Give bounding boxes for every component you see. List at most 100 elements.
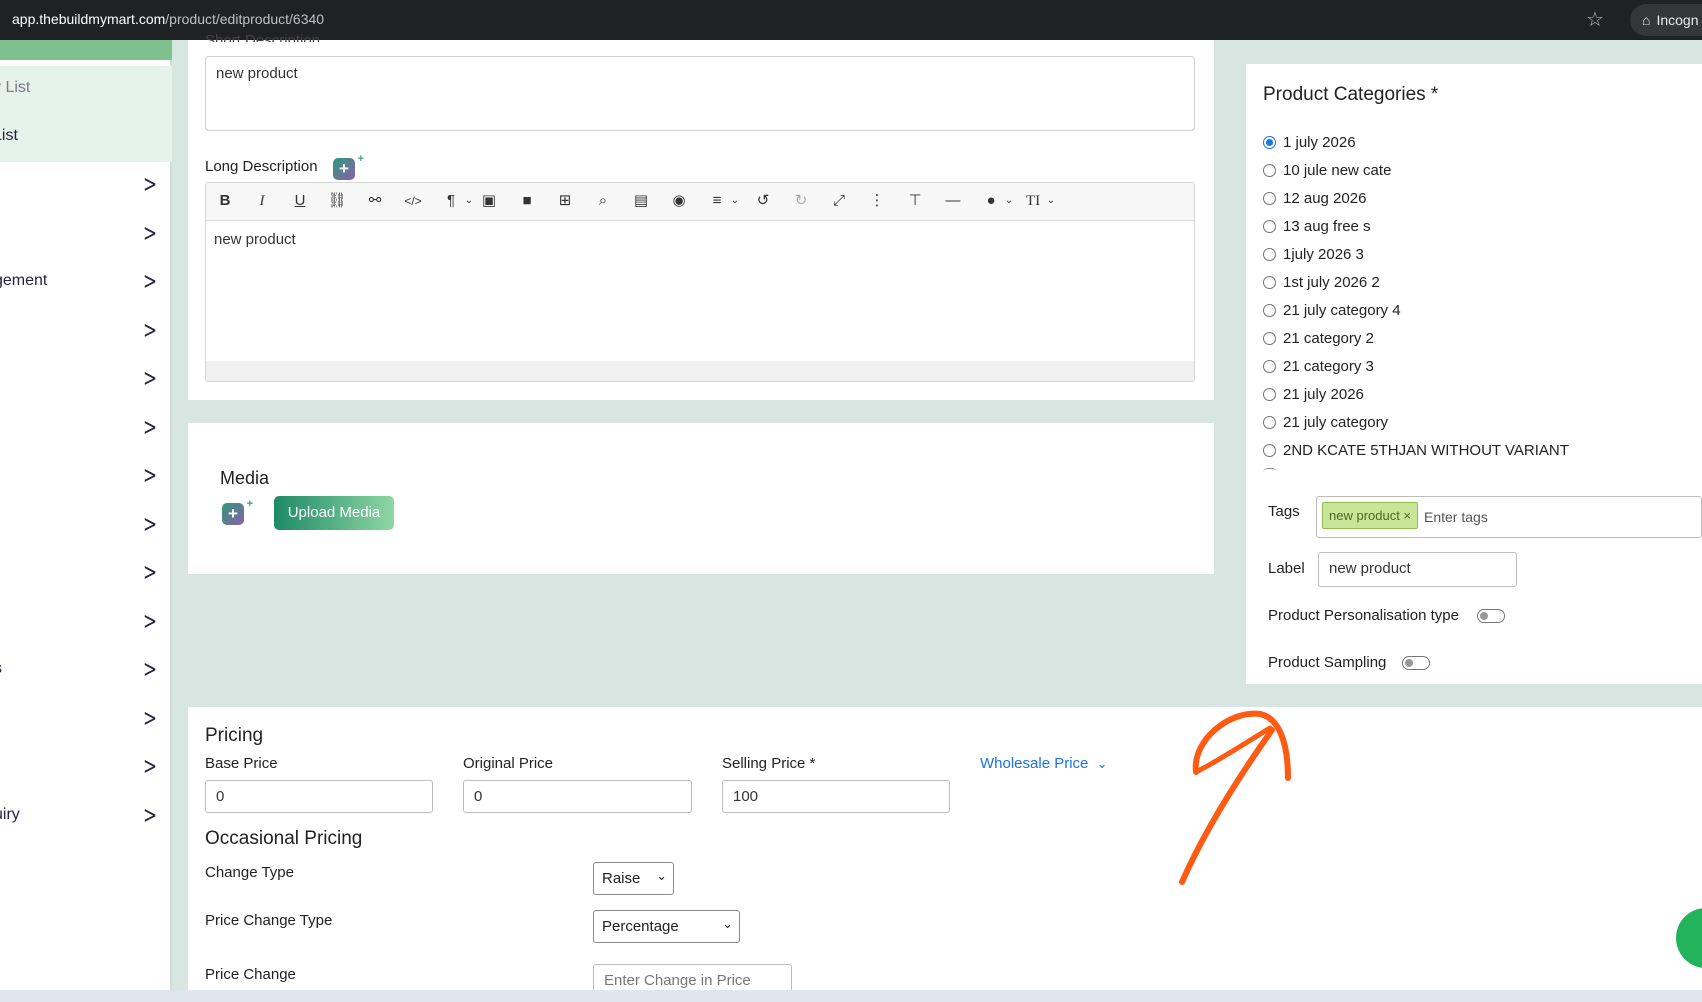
sidebar-item-9[interactable]: > (0, 552, 172, 592)
sidebar-item-11[interactable]: s> (0, 649, 172, 689)
format-painter-icon[interactable]: ⊤ (904, 191, 926, 211)
category-option-label: 2ND KCATE 5THJAN WITHOUT VARIANT (1283, 442, 1569, 459)
sidebar: y List List > > gement> > > > > > > > s>… (0, 40, 172, 990)
url-path: /product/editproduct/6340 (165, 11, 325, 27)
video-icon[interactable]: ■ (516, 191, 538, 211)
incognito-label: Incogn (1656, 12, 1699, 28)
editor-toolbar: B I U ⛓ ⚯ </> ¶ ⌄ ▣ ■ ⊞ ⌕ ▤ ◉ ≡ ⌄ ↺ ↻ ⤢ … (206, 183, 1194, 221)
ai-sparkle-icon[interactable]: + (222, 493, 253, 525)
chevron-down-icon[interactable]: ⌄ (458, 191, 480, 211)
wholesale-price-label: Wholesale Price (980, 755, 1089, 772)
sidebar-subitem-1[interactable]: y List (0, 66, 172, 114)
underline-icon[interactable]: U (289, 191, 311, 211)
tag-chip[interactable]: new product × (1322, 502, 1419, 529)
sidebar-item-13[interactable]: > (0, 746, 172, 786)
original-price-input[interactable]: 0 (463, 780, 692, 813)
chevron-down-icon[interactable]: ⌄ (1040, 191, 1062, 211)
chevron-right-icon: > (143, 267, 158, 295)
radio[interactable] (1263, 304, 1276, 317)
chevron-down-icon[interactable]: ⌄ (724, 191, 746, 211)
tags-placeholder: Enter tags (1424, 509, 1488, 525)
url-domain: app.thebuildmymart.com (12, 11, 166, 27)
price-change-label: Price Change (205, 966, 296, 983)
chevron-right-icon: > (143, 219, 158, 247)
incognito-indicator[interactable]: ⌂ Incogn (1630, 4, 1702, 36)
radio[interactable] (1263, 360, 1276, 373)
sidebar-item-1[interactable]: > (0, 164, 172, 204)
chevron-right-icon: > (143, 413, 158, 441)
undo-icon[interactable]: ↺ (752, 191, 774, 211)
code-icon[interactable]: </> (402, 191, 424, 211)
sidebar-item-10[interactable]: > (0, 601, 172, 641)
sidebar-item-enquiry[interactable]: uiry > (0, 795, 172, 835)
change-type-select[interactable]: Raise ⌄ (593, 862, 674, 895)
chevron-down-icon: ⌄ (656, 868, 667, 883)
file-icon[interactable]: ▤ (630, 191, 652, 211)
sampling-label: Product Sampling (1268, 654, 1387, 671)
sidebar-item-6[interactable]: > (0, 407, 172, 447)
radio[interactable] (1263, 332, 1276, 345)
sidebar-item-management[interactable]: gement > (0, 261, 172, 301)
base-price-input[interactable]: 0 (205, 780, 433, 813)
italic-icon[interactable]: I (251, 191, 273, 211)
sidebar-subitem-2[interactable]: List (0, 114, 172, 162)
sidebar-item-4[interactable]: > (0, 310, 172, 350)
description-card: Short Description new product Long Descr… (188, 32, 1214, 400)
radio-checked[interactable] (1263, 136, 1276, 149)
address-bar[interactable]: app.thebuildmymart.com/product/editprodu… (12, 11, 324, 27)
sidebar-item-2[interactable]: > (0, 213, 172, 253)
radio[interactable] (1263, 444, 1276, 457)
short-description-field[interactable]: new product (205, 56, 1195, 131)
chevron-right-icon: > (143, 364, 158, 392)
ai-sparkle-icon[interactable]: + (333, 148, 364, 180)
short-description-label: Short Description (205, 32, 321, 42)
sampling-toggle[interactable] (1402, 656, 1430, 670)
chevron-right-icon: > (143, 655, 158, 683)
wholesale-price-toggle[interactable]: Wholesale Price ⌄ (980, 755, 1107, 772)
bold-icon[interactable]: B (214, 191, 236, 211)
category-option-label: 1 july 2026 (1283, 134, 1356, 151)
price-change-type-select[interactable]: Percentage ⌄ (593, 910, 740, 943)
preview-icon[interactable]: ◉ (668, 191, 690, 211)
fullscreen-icon[interactable]: ⤢ (828, 191, 850, 211)
category-option-label: 21 july category (1283, 414, 1389, 431)
upload-media-button[interactable]: Upload Media (274, 496, 394, 530)
redo-icon[interactable]: ↻ (790, 191, 812, 211)
tags-field[interactable]: new product × Enter tags (1316, 496, 1702, 538)
sidebar-item-label: s (0, 660, 2, 678)
radio[interactable] (1263, 220, 1276, 233)
long-description-editor[interactable]: B I U ⛓ ⚯ </> ¶ ⌄ ▣ ■ ⊞ ⌕ ▤ ◉ ≡ ⌄ ↺ ↻ ⤢ … (205, 182, 1195, 382)
search-icon[interactable]: ⌕ (592, 191, 614, 211)
change-type-value: Raise (602, 870, 641, 887)
pricing-title: Pricing (205, 725, 264, 746)
sidebar-item-8[interactable]: > (0, 504, 172, 544)
sidebar-item-12[interactable]: > (0, 698, 172, 738)
radio[interactable] (1263, 164, 1276, 177)
radio[interactable] (1263, 276, 1276, 289)
chevron-right-icon: > (143, 558, 158, 586)
bookmark-star-icon[interactable]: ☆ (1586, 8, 1604, 32)
editor-statusbar (206, 361, 1194, 381)
radio[interactable] (1263, 192, 1276, 205)
chevron-down-icon: ⌄ (722, 916, 733, 931)
chevron-down-icon[interactable]: ⌄ (998, 191, 1020, 211)
image-icon[interactable]: ▣ (478, 191, 500, 211)
chevron-down-icon: ⌄ (1096, 756, 1108, 771)
chevron-right-icon: > (143, 461, 158, 489)
sidebar-item-5[interactable]: > (0, 358, 172, 398)
unlink-icon[interactable]: ⚯ (364, 191, 386, 211)
link-icon[interactable]: ⛓ (326, 191, 348, 211)
radio[interactable] (1263, 388, 1276, 401)
label-input[interactable]: new product (1318, 552, 1517, 587)
selling-price-input[interactable]: 100 (722, 780, 950, 813)
table-icon[interactable]: ⊞ (554, 191, 576, 211)
long-description-content: new product (214, 231, 296, 248)
hr-icon[interactable]: — (942, 191, 964, 211)
radio[interactable] (1263, 248, 1276, 261)
radio[interactable] (1263, 416, 1276, 429)
more-icon[interactable]: ⋮ (866, 191, 888, 211)
chevron-right-icon: > (143, 316, 158, 344)
incognito-icon: ⌂ (1642, 12, 1651, 28)
personalisation-toggle[interactable] (1477, 609, 1505, 623)
sidebar-item-7[interactable]: > (0, 455, 172, 495)
